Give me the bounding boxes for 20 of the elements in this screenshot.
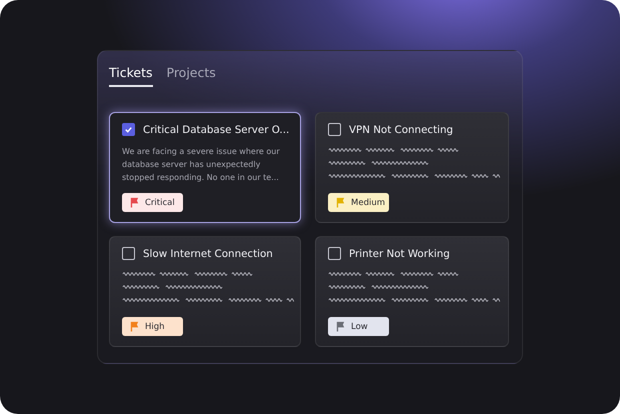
ticket-card[interactable]: Slow Internet Connection High	[109, 236, 301, 347]
ticket-card[interactable]: Critical Database Server O... We are facing a severe issue where our database server has unexpectedly stopped responding. No one in our te... Critical	[109, 112, 301, 223]
ticket-title: Printer Not Working	[349, 248, 450, 260]
priority-label: Medium	[351, 198, 385, 208]
checkbox[interactable]	[328, 247, 341, 260]
checkbox[interactable]	[122, 123, 135, 136]
tab[interactable]: Tickets	[109, 63, 152, 87]
ticket-title: Slow Internet Connection	[143, 248, 273, 260]
ticket-card[interactable]: VPN Not Connecting Medium	[315, 112, 509, 223]
priority-label: Critical	[145, 198, 175, 208]
ticket-title: VPN Not Connecting	[349, 124, 454, 136]
check-icon	[124, 125, 133, 134]
checkbox[interactable]	[122, 247, 135, 260]
checkbox[interactable]	[328, 123, 341, 136]
ticket-card[interactable]: Printer Not Working Low	[315, 236, 509, 347]
priority-label: High	[145, 322, 165, 332]
priority-label: Low	[351, 322, 368, 332]
ticket-description: We are facing a severe issue where our database server has unexpectedly stopped responding. No one in our te...	[122, 146, 281, 184]
ticket-title: Critical Database Server O...	[143, 124, 290, 136]
tab[interactable]: Projects	[166, 63, 216, 87]
